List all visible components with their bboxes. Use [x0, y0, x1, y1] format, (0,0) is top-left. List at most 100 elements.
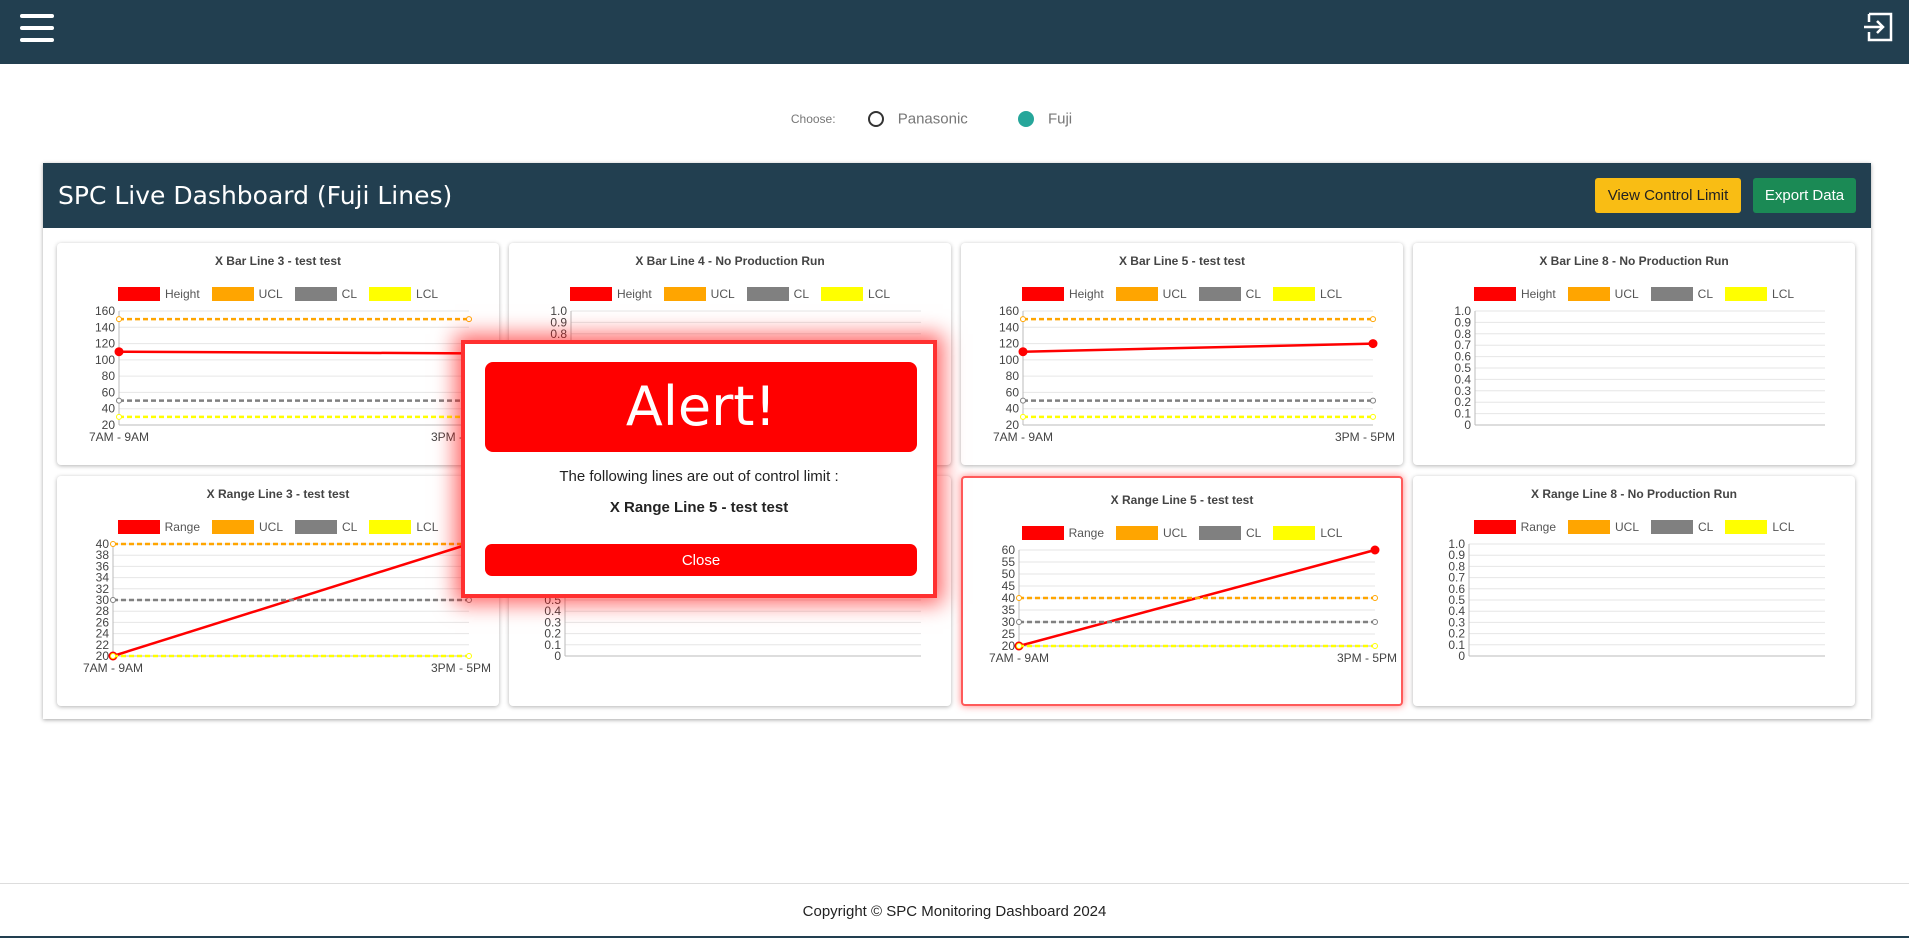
data-point [466, 653, 472, 659]
legend-label: UCL [710, 287, 735, 301]
legend-swatch [1116, 526, 1158, 540]
data-point [1016, 595, 1022, 601]
y-tick-label: 120 [95, 337, 115, 351]
legend-label: CL [342, 520, 358, 534]
legend-label: CL [1698, 520, 1714, 534]
view-control-limit-button[interactable]: View Control Limit [1595, 178, 1741, 213]
legend-item[interactable]: Height [1473, 287, 1556, 301]
legend-item[interactable]: CL [746, 287, 810, 301]
y-tick-label: 1.0 [1454, 304, 1471, 318]
y-tick-label: 40 [96, 537, 110, 551]
legend-item[interactable]: Range [1021, 526, 1104, 540]
legend-item[interactable]: CL [294, 287, 357, 301]
logout-icon[interactable] [1861, 10, 1895, 44]
chart-card: 204060801001201401607AM - 9AM3PM - 5PMX … [57, 243, 499, 465]
legend-item[interactable]: Height [117, 287, 200, 301]
legend-item[interactable]: CL [1198, 287, 1261, 301]
legend-label: CL [793, 287, 810, 301]
legend-item[interactable]: UCL [1115, 287, 1187, 301]
legend-item[interactable]: CL [1651, 520, 1713, 534]
legend-label: CL [1246, 526, 1262, 540]
chart-card: 0 0.1 0.2 0.3 0.4 0.5 0.6 0.7 0.8 0.9 1.0 X Range L… [1413, 476, 1855, 706]
chart-title: X Bar Line 3 - test test [214, 254, 342, 268]
option-panasonic-label: Panasonic [897, 110, 968, 128]
y-tick-label: 140 [999, 320, 1019, 334]
legend-label: Height [164, 287, 200, 301]
chart-card: 0 0.1 0.2 0.3 0.4 0.5 0.6 0.7 0.8 0.9 1.0 X Bar Lin… [1413, 243, 1855, 465]
legend-swatch [1273, 287, 1316, 301]
y-tick-label: 40 [1006, 402, 1020, 416]
legend-label: LCL [416, 520, 439, 534]
y-tick-label: 60 [1006, 385, 1020, 399]
data-point [1016, 643, 1022, 649]
legend-item[interactable]: UCL [663, 287, 735, 301]
data-point [466, 597, 472, 603]
y-tick-label: 25 [1002, 627, 1016, 641]
data-point [110, 597, 116, 603]
option-fuji[interactable]: Fuji [1017, 110, 1072, 128]
data-point [1020, 397, 1026, 404]
legend-item[interactable]: Height [1021, 287, 1104, 301]
menu-icon[interactable] [20, 14, 54, 42]
legend-item[interactable]: UCL [1567, 287, 1639, 301]
data-point [114, 347, 124, 357]
alert-modal: Alert! The following lines are out of co… [461, 340, 937, 598]
alert-message: The following lines are out of control l… [559, 468, 839, 485]
legend-item[interactable]: CL [1199, 526, 1261, 540]
legend-label: LCL [416, 287, 439, 301]
alert-line: X Range Line 5 - test test [609, 499, 789, 516]
legend-label: LCL [1772, 520, 1795, 534]
option-panasonic[interactable]: Panasonic [867, 110, 968, 128]
radio-unselected-icon[interactable] [867, 111, 884, 128]
radio-selected-icon[interactable] [1017, 111, 1034, 128]
legend-item[interactable]: Range [1473, 520, 1556, 534]
legend-item[interactable]: LCL [1273, 287, 1342, 301]
legend-item[interactable]: UCL [212, 520, 283, 534]
data-point [1370, 397, 1376, 404]
legend-item[interactable]: LCL [1725, 287, 1794, 301]
legend-item[interactable]: LCL [1273, 526, 1342, 540]
y-tick-label: 160 [95, 304, 115, 318]
chart-plot: 00.10.20.30.40.50.60.70.80.91.0 [1454, 304, 1825, 432]
chart-legend: Height UCL CL LCL [509, 287, 951, 301]
legend-item[interactable]: Range [117, 520, 200, 534]
chart-card: 204060801001201401607AM - 9AM3PM - 5PMX … [961, 243, 1403, 465]
y-tick-label: 100 [95, 353, 115, 367]
legend-swatch [569, 287, 612, 301]
y-tick-label: 1.0 [550, 304, 567, 318]
legend-item[interactable]: LCL [369, 287, 438, 301]
legend-swatch [117, 287, 160, 301]
legend-swatch [117, 520, 160, 534]
legend-label: UCL [1615, 520, 1640, 534]
legend-swatch [1199, 526, 1242, 540]
series-line-height [118, 350, 470, 355]
data-point [1368, 339, 1378, 349]
legend-item[interactable]: LCL [1725, 520, 1794, 534]
data-point [1372, 619, 1378, 625]
y-tick-label: 40 [102, 402, 116, 416]
chart-plot: 00.10.20.30.40.50.60.70.80.91.0 [1448, 537, 1825, 663]
chart-title: X Bar Line 5 - test test [1118, 254, 1246, 268]
legend-label: Height [1520, 287, 1556, 301]
legend-swatch [1725, 520, 1768, 534]
legend-swatch [1473, 287, 1516, 301]
legend-label: UCL [1163, 526, 1188, 540]
export-data-button[interactable]: Export Data [1753, 178, 1856, 213]
legend-label: UCL [259, 520, 284, 534]
legend-item[interactable]: UCL [1116, 526, 1187, 540]
legend-item[interactable]: UCL [1568, 520, 1639, 534]
legend-item[interactable]: CL [1650, 287, 1713, 301]
legend-item[interactable]: CL [295, 520, 357, 534]
legend-item[interactable]: LCL [821, 287, 890, 301]
y-tick-label: 160 [999, 304, 1019, 318]
data-point [110, 541, 116, 547]
y-tick-label: 50 [1002, 567, 1016, 581]
legend-label: UCL [258, 287, 283, 301]
legend-item[interactable]: UCL [211, 287, 283, 301]
data-point [1020, 316, 1026, 323]
close-button[interactable]: Close [485, 544, 917, 576]
chart-title: X Bar Line 4 - No Production Run [635, 254, 825, 268]
legend-swatch [369, 287, 412, 301]
legend-item[interactable]: Height [569, 287, 652, 301]
legend-item[interactable]: LCL [369, 520, 438, 534]
